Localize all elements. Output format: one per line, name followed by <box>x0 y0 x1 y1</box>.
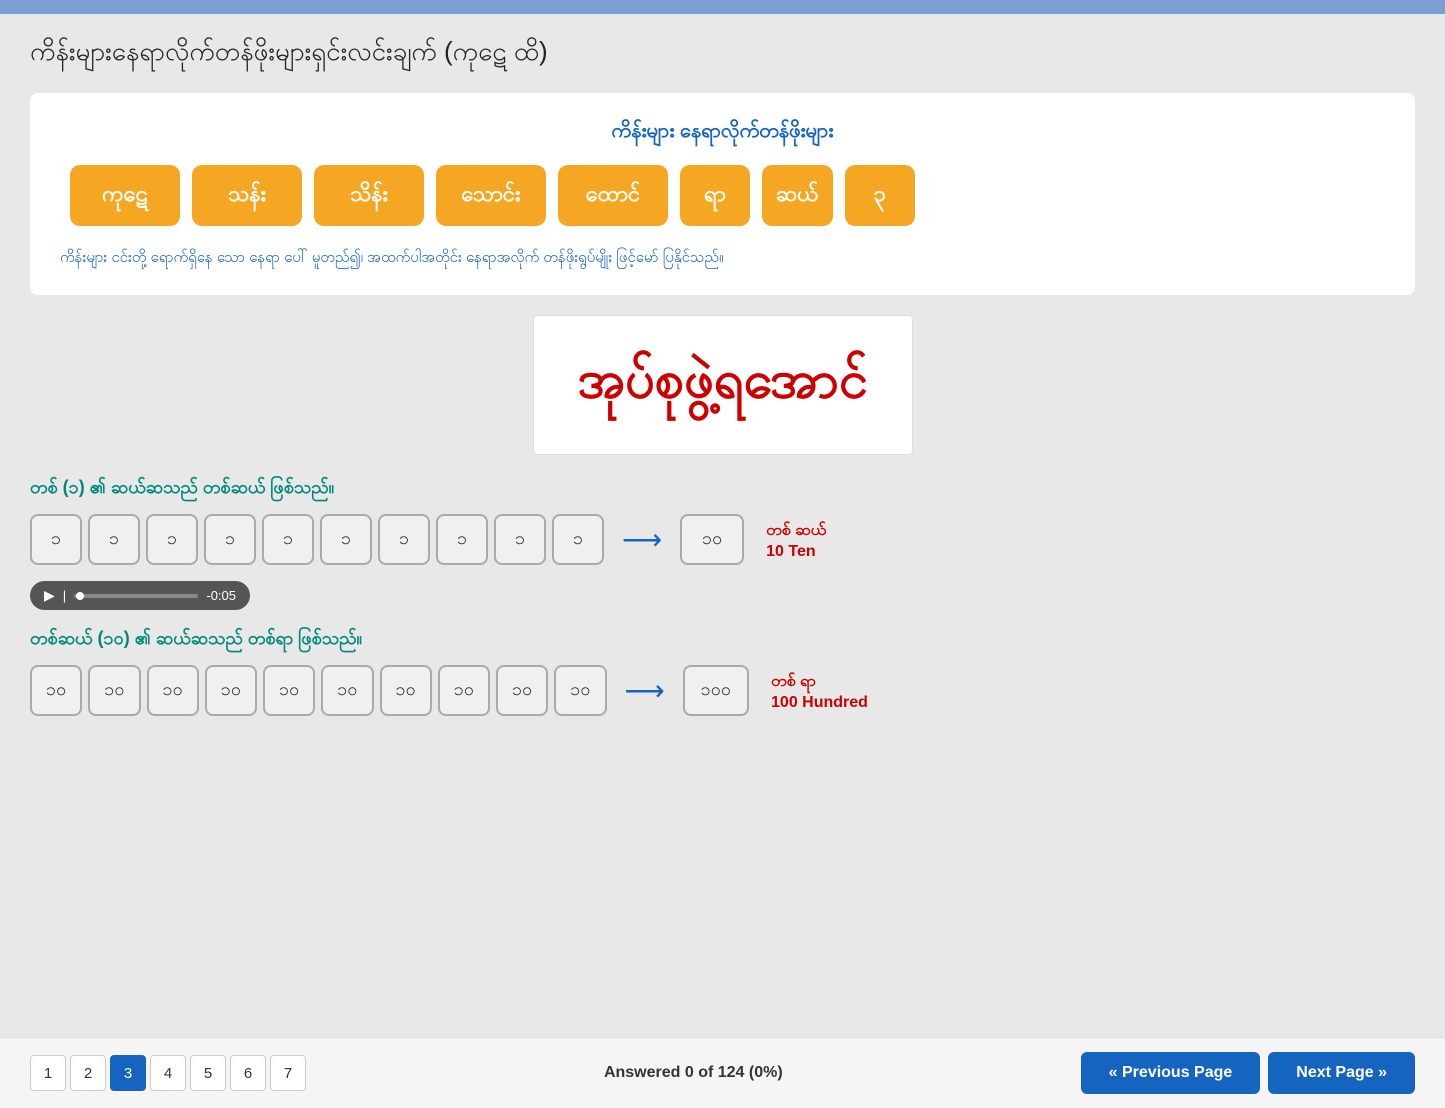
count-box-s2-2: ၁၀ <box>147 665 199 716</box>
category-button-2[interactable]: သိန်း <box>314 165 424 226</box>
audio-time: -0:05 <box>206 588 236 603</box>
category-button-7[interactable]: ၃ <box>845 165 915 226</box>
count-box-s2-4: ၁၀ <box>263 665 315 716</box>
page-btn-4[interactable]: 4 <box>150 1055 186 1091</box>
play-icon[interactable]: ▶ <box>44 587 55 604</box>
top-bar <box>0 0 1445 14</box>
image-container: အုပ်စုဖွဲ့ရအောင် <box>30 315 1415 455</box>
result-label-s1: တစ် ဆယ် 10 Ten <box>766 519 826 561</box>
myanmar-image-box: အုပ်စုဖွဲ့ရအောင် <box>533 315 913 455</box>
main-content: ကိန်းများ နေရာလိုက်တန်ဖိုးများ ကုဋေ သန်း… <box>0 83 1445 742</box>
section2-label: တစ်ဆယ် (၁၀) ၏ ဆယ်ဆသည် တစ်ရာ ဖြစ်သည်။ <box>30 626 1415 653</box>
category-button-0[interactable]: ကုဋေ <box>70 165 180 226</box>
count-box-s2-7: ၁၀ <box>438 665 490 716</box>
card-description: ကိန်းများ ငင်းတို့ ရောက်ရှိနေ သော နေရာ ပ… <box>60 244 1385 271</box>
result-box-s2: ၁၀၀ <box>683 665 749 716</box>
pagination: 1 2 3 4 5 6 7 <box>30 1055 306 1091</box>
count-box-s2-1: ၁၀ <box>88 665 140 716</box>
count-box-s1-9: ၁ <box>552 514 604 565</box>
category-button-3[interactable]: သောင်း <box>436 165 546 226</box>
audio-bar-fill <box>76 592 84 600</box>
answered-label: Answered 0 of 124 (0%) <box>306 1064 1081 1082</box>
page-btn-1[interactable]: 1 <box>30 1055 66 1091</box>
count-box-s1-6: ၁ <box>378 514 430 565</box>
result-label-s2: တစ် ရာ 100 Hundred <box>771 670 868 712</box>
page-btn-6[interactable]: 6 <box>230 1055 266 1091</box>
count-box-s1-8: ၁ <box>494 514 546 565</box>
bottom-bar: 1 2 3 4 5 6 7 Answered 0 of 124 (0%) « P… <box>0 1037 1445 1108</box>
count-box-s2-8: ၁၀ <box>496 665 548 716</box>
result-sub-s2: 100 Hundred <box>771 694 868 712</box>
count-box-s1-2: ၁ <box>146 514 198 565</box>
audio-progress-bar[interactable] <box>74 594 198 598</box>
page-title: ကိန်းများနေရာလိုက်တန်ဖိုးများရှင်းလင်းချ… <box>0 14 1445 83</box>
result-text-s1: တစ် ဆယ် <box>766 519 826 543</box>
info-card: ကိန်းများ နေရာလိုက်တန်ဖိုးများ ကုဋေ သန်း… <box>30 93 1415 295</box>
count-box-s1-0: ၁ <box>30 514 82 565</box>
next-page-button[interactable]: Next Page » <box>1268 1052 1415 1094</box>
page-btn-5[interactable]: 5 <box>190 1055 226 1091</box>
count-box-s1-1: ၁ <box>88 514 140 565</box>
myanmar-big-text: အုပ်စုဖွဲ့ရအောင် <box>577 347 867 423</box>
category-button-5[interactable]: ရာ <box>680 165 750 226</box>
count-box-s1-3: ၁ <box>204 514 256 565</box>
count-box-s2-5: ၁၀ <box>321 665 373 716</box>
result-text-s2: တစ် ရာ <box>771 670 868 694</box>
count-box-s1-4: ၁ <box>262 514 314 565</box>
nav-buttons: « Previous Page Next Page » <box>1081 1052 1415 1094</box>
section2-counting-row: ၁၀ ၁၀ ၁၀ ၁၀ ၁၀ ၁၀ ၁၀ ၁၀ ၁၀ ၁၀ ⟶ ၁၀၀ တစ် … <box>30 665 1415 716</box>
prev-page-button[interactable]: « Previous Page <box>1081 1052 1261 1094</box>
card-title: ကိန်းများ နေရာလိုက်တန်ဖိုးများ <box>60 117 1385 147</box>
arrow-icon-s1: ⟶ <box>622 523 662 556</box>
category-button-row: ကုဋေ သန်း သိန်း သောင်း ထောင် ရာ ဆယ် ၃ <box>60 165 1385 226</box>
count-box-s2-0: ၁၀ <box>30 665 82 716</box>
category-button-6[interactable]: ဆယ် <box>762 165 833 226</box>
page-btn-7[interactable]: 7 <box>270 1055 306 1091</box>
result-box-s1: ၁၀ <box>680 514 744 565</box>
section1-counting-row: ၁ ၁ ၁ ၁ ၁ ၁ ၁ ၁ ၁ ၁ ⟶ ၁၀ တစ် ဆယ် 10 Ten <box>30 514 1415 565</box>
count-box-s2-9: ၁၀ <box>554 665 606 716</box>
page-btn-3[interactable]: 3 <box>110 1055 146 1091</box>
count-box-s2-6: ၁၀ <box>380 665 432 716</box>
arrow-icon-s2: ⟶ <box>625 674 665 707</box>
category-button-4[interactable]: ထောင် <box>558 165 668 226</box>
section1-label: တစ် (၁) ၏ ဆယ်ဆသည် တစ်ဆယ် ဖြစ်သည်။ <box>30 475 1415 502</box>
count-box-s2-3: ၁၀ <box>205 665 257 716</box>
page-btn-2[interactable]: 2 <box>70 1055 106 1091</box>
category-button-1[interactable]: သန်း <box>192 165 302 226</box>
audio-separator: | <box>63 588 66 603</box>
count-box-s1-5: ၁ <box>320 514 372 565</box>
count-box-s1-7: ၁ <box>436 514 488 565</box>
audio-player[interactable]: ▶ | -0:05 <box>30 581 250 610</box>
result-sub-s1: 10 Ten <box>766 543 826 561</box>
